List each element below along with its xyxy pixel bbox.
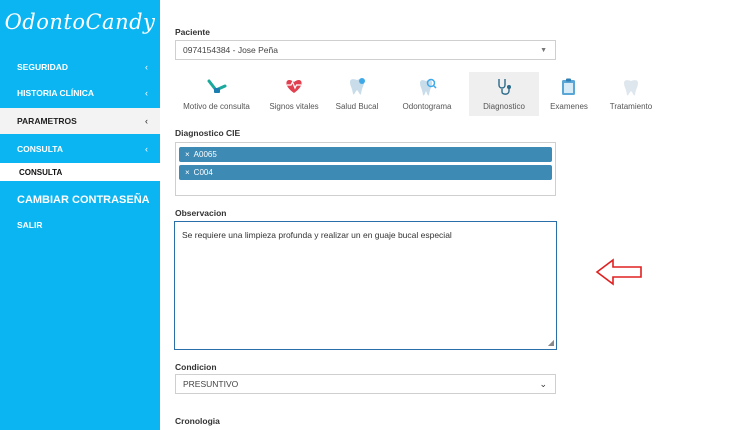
tab-label: Examenes bbox=[550, 102, 588, 111]
sidebar-item-label: SEGURIDAD bbox=[17, 62, 69, 72]
annotation-arrow-left-icon bbox=[595, 258, 642, 286]
sidebar-item-label: Consulta bbox=[19, 167, 63, 177]
tooth-search-icon bbox=[420, 78, 437, 96]
clipboard-icon bbox=[562, 78, 575, 95]
main-content: Paciente 0974154384 - Jose Peña ▼ Motivo… bbox=[160, 0, 751, 430]
patient-label: Paciente bbox=[175, 27, 210, 37]
tab-label: Signos vitales bbox=[269, 102, 319, 111]
resize-handle-icon[interactable]: ◢ bbox=[548, 339, 554, 347]
tab-label: Motivo de consulta bbox=[183, 102, 250, 111]
sidebar-item-label: SALIR bbox=[17, 220, 43, 230]
patient-select-value: 0974154384 - Jose Peña bbox=[183, 45, 278, 55]
app-logo: OdontoCandy bbox=[4, 10, 156, 34]
sidebar: OdontoCandy SEGURIDAD ‹ HISTORIA CLÍNICA… bbox=[0, 0, 160, 430]
tooth-icon bbox=[350, 78, 365, 95]
tab-tratamiento[interactable]: Tratamiento bbox=[599, 72, 663, 116]
condicion-label: Condicion bbox=[175, 362, 217, 372]
sidebar-item-parametros[interactable]: PARAMETROS ‹ bbox=[0, 108, 160, 134]
chevron-left-icon: ‹ bbox=[145, 116, 148, 126]
tab-signos-vitales[interactable]: Signos vitales bbox=[263, 72, 325, 116]
chevron-left-icon: ‹ bbox=[145, 88, 148, 98]
observacion-label: Observacion bbox=[175, 208, 227, 218]
chevron-down-icon: ▼ bbox=[540, 46, 547, 54]
stethoscope-icon bbox=[498, 79, 511, 95]
cie-tag[interactable]: × A0065 bbox=[179, 147, 552, 162]
sidebar-item-cambiar-contrasena[interactable]: CAMBIAR CONTRASEÑA bbox=[0, 187, 160, 213]
remove-tag-icon[interactable]: × bbox=[185, 150, 190, 159]
tab-label: Tratamiento bbox=[609, 102, 653, 111]
sidebar-item-salir[interactable]: SALIR bbox=[0, 212, 160, 238]
sidebar-item-consulta[interactable]: CONSULTA ‹ bbox=[0, 136, 160, 162]
diagnostico-cie-multiselect[interactable]: × A0065 × C004 bbox=[175, 142, 556, 196]
sidebar-item-historia-clinica[interactable]: HISTORIA CLÍNICA ‹ bbox=[0, 80, 160, 106]
tooth-icon bbox=[624, 80, 638, 96]
cie-tag-label: C004 bbox=[193, 168, 213, 177]
observacion-text: Se requiere una limpieza profunda y real… bbox=[182, 230, 452, 240]
chevron-left-icon: ‹ bbox=[145, 62, 148, 72]
observacion-textarea[interactable]: Se requiere una limpieza profunda y real… bbox=[174, 221, 557, 350]
tab-label: Odontograma bbox=[402, 102, 452, 111]
tab-label: Diagnostico bbox=[483, 102, 525, 111]
cie-tag[interactable]: × C004 bbox=[179, 165, 552, 180]
chevron-down-icon: ⌄ bbox=[539, 378, 547, 389]
dental-tool-icon bbox=[207, 79, 226, 93]
patient-select[interactable]: 0974154384 - Jose Peña ▼ bbox=[175, 40, 556, 60]
chevron-left-icon: ‹ bbox=[145, 144, 148, 154]
sidebar-item-seguridad[interactable]: SEGURIDAD ‹ bbox=[0, 54, 160, 80]
tab-odontograma[interactable]: Odontograma bbox=[392, 72, 462, 116]
sidebar-item-label: CAMBIAR CONTRASEÑA bbox=[17, 194, 150, 206]
tab-label: Salud Bucal bbox=[335, 102, 379, 111]
condicion-select-value: PRESUNTIVO bbox=[183, 379, 239, 389]
tab-diagnostico[interactable]: Diagnostico bbox=[469, 72, 539, 116]
cie-tag-label: A0065 bbox=[193, 150, 217, 159]
diagnostico-cie-label: Diagnostico CIE bbox=[175, 128, 241, 138]
tab-salud-bucal[interactable]: Salud Bucal bbox=[328, 72, 386, 116]
cronologia-label: Cronologia bbox=[175, 416, 220, 426]
sidebar-subitem-consulta[interactable]: Consulta bbox=[0, 163, 160, 181]
sidebar-item-label: PARAMETROS bbox=[17, 116, 77, 126]
heart-pulse-icon bbox=[286, 80, 302, 93]
sidebar-item-label: CONSULTA bbox=[17, 144, 63, 154]
sidebar-item-label: HISTORIA CLÍNICA bbox=[17, 88, 94, 98]
condicion-select[interactable]: PRESUNTIVO ⌄ bbox=[175, 374, 556, 394]
tab-motivo-consulta[interactable]: Motivo de consulta bbox=[175, 72, 258, 116]
tab-examenes[interactable]: Examenes bbox=[543, 72, 595, 116]
remove-tag-icon[interactable]: × bbox=[185, 168, 190, 177]
